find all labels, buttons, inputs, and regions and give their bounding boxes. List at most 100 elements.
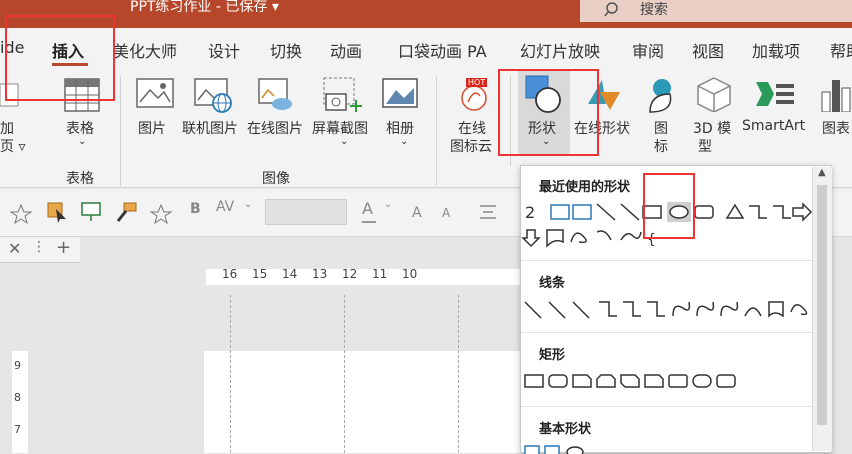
- presentation-icon[interactable]: [80, 201, 102, 223]
- rect-icon: [524, 374, 544, 388]
- line-shape-icon: [596, 203, 616, 221]
- double-arrow-icon: [572, 301, 590, 319]
- dropdown-scrollbar[interactable]: ▲: [812, 167, 832, 451]
- picture-icon[interactable]: [136, 78, 174, 112]
- ruler-label: 14: [282, 267, 298, 281]
- screenshot-chevron-down-icon[interactable]: ⌄: [340, 136, 348, 147]
- 3d-model-label-1[interactable]: 3D 模: [693, 118, 731, 138]
- font-color-bar: [362, 221, 376, 223]
- picture-label[interactable]: 图片: [138, 118, 166, 138]
- album-chevron-down-icon[interactable]: ⌄: [400, 136, 408, 147]
- lines-shapes-row[interactable]: [521, 298, 813, 322]
- more-options-icon[interactable]: ⋮: [32, 239, 46, 255]
- curved-double-arrow-icon: [720, 301, 739, 317]
- 3d-model-icon[interactable]: [696, 76, 732, 112]
- close-tab-icon[interactable]: ✕: [8, 239, 21, 258]
- tab-pocket-animation[interactable]: 口袋动画 PA: [398, 38, 487, 62]
- snip-same-side-rect-icon: [596, 374, 616, 388]
- decrease-font-icon[interactable]: A: [440, 201, 460, 221]
- horizontal-ruler: 16 15 14 13 12 11 10: [206, 267, 522, 285]
- font-color-chevron-down-icon[interactable]: ⌄: [384, 199, 392, 210]
- search-label: 搜索: [640, 2, 668, 18]
- tab-slideshow[interactable]: 幻灯片放映: [520, 38, 600, 62]
- tab-animations[interactable]: 动画: [330, 38, 362, 62]
- lines-title: 线条: [539, 276, 566, 291]
- elbow-icon: [599, 301, 617, 317]
- bold-button[interactable]: B: [190, 201, 201, 217]
- select-shape-icon[interactable]: [46, 201, 68, 223]
- tab-transitions[interactable]: 切换: [270, 38, 302, 62]
- screenshot-icon[interactable]: [322, 76, 362, 114]
- curved-arrow-icon: [696, 301, 715, 317]
- chart-icon[interactable]: [820, 78, 852, 112]
- rectangles-shapes-row[interactable]: [521, 372, 813, 392]
- freeform-icon: [768, 301, 784, 318]
- round-single-corner-rect-icon: [668, 374, 688, 388]
- ruler-label: 11: [372, 267, 388, 281]
- tab-help[interactable]: 帮助: [830, 38, 852, 62]
- recent-shapes-title: 最近使用的形状: [539, 180, 631, 195]
- star-effect-icon[interactable]: [150, 203, 172, 225]
- tab-design[interactable]: 设计: [208, 38, 240, 62]
- tab-review[interactable]: 审阅: [632, 38, 664, 62]
- guide-line: [230, 295, 231, 453]
- line-icon: [524, 301, 542, 319]
- group-separator: [436, 76, 437, 186]
- star-icon[interactable]: [10, 203, 32, 225]
- new-slide-label[interactable]: 加: [0, 118, 14, 138]
- rounded-rect-icon: [548, 374, 568, 388]
- photo-album-label[interactable]: 相册: [386, 118, 414, 138]
- add-tab-icon[interactable]: +: [56, 237, 71, 258]
- right-arrow-shape-icon: [792, 202, 813, 222]
- scroll-up-icon[interactable]: ▲: [818, 167, 826, 178]
- ruler-label: 15: [252, 267, 268, 281]
- rounded-rect-shape-icon: [694, 205, 714, 219]
- online-icon-cloud-label-2[interactable]: 图标云: [450, 136, 492, 156]
- online-picture-label[interactable]: 在线图片: [247, 118, 303, 138]
- smartart-label[interactable]: SmartArt: [742, 118, 805, 134]
- table-chevron-down-icon[interactable]: ⌄: [78, 136, 86, 147]
- elbow-arrow-line-icon: [623, 301, 641, 317]
- icons-label-2[interactable]: 标: [654, 136, 668, 156]
- highlight-oval-shape: [643, 173, 695, 239]
- spacing-chevron-down-icon[interactable]: ⌄: [244, 199, 252, 210]
- character-spacing-button[interactable]: AV: [216, 199, 234, 215]
- font-size-select[interactable]: [265, 199, 347, 225]
- screenshot-label[interactable]: 屏幕截图: [312, 118, 368, 138]
- chart-label[interactable]: 图表: [822, 118, 850, 138]
- scrollbar-thumb[interactable]: [817, 185, 827, 425]
- curved-connector-icon: [672, 301, 691, 317]
- online-icon-cloud-label-1[interactable]: 在线: [458, 118, 486, 138]
- down-arrow-shape-icon: [521, 229, 541, 248]
- section-divider: [521, 332, 813, 333]
- online-picture-cloud-icon[interactable]: [258, 78, 294, 112]
- triangle-shape-icon: [725, 203, 745, 219]
- search-box[interactable]: [580, 0, 852, 22]
- photo-album-icon[interactable]: [382, 78, 420, 112]
- slide-canvas[interactable]: [204, 351, 534, 453]
- font-color-button[interactable]: A: [362, 199, 373, 218]
- increase-font-icon[interactable]: A: [410, 201, 430, 221]
- smartart-icon[interactable]: [756, 80, 796, 110]
- new-slide-dropdown[interactable]: 页 ▿: [0, 136, 25, 156]
- tab-beautify-master[interactable]: 美化大师: [113, 38, 177, 62]
- table-group-label: 表格: [66, 171, 94, 187]
- elbow-connector-icon: [749, 205, 767, 219]
- curve-icon: [744, 307, 762, 317]
- table-button-label[interactable]: 表格: [66, 118, 94, 138]
- search-icon: [604, 2, 618, 17]
- online-picture-joint-label[interactable]: 联机图片: [182, 118, 238, 138]
- elbow-double-arrow-icon: [647, 301, 665, 317]
- icons-label-1[interactable]: 图: [654, 118, 668, 138]
- format-painter-icon[interactable]: [114, 201, 138, 223]
- svg-text:A: A: [442, 206, 451, 220]
- online-picture-icon[interactable]: [194, 78, 234, 114]
- tab-view[interactable]: 视图: [692, 38, 724, 62]
- title-bar: PPT练习作业 - 已保存 ▾ 搜索: [0, 0, 852, 28]
- snip-corner-rect-icon: [572, 374, 592, 388]
- align-center-icon[interactable]: [478, 203, 498, 221]
- tab-addins[interactable]: 加载项: [752, 38, 800, 62]
- 3d-model-label-2[interactable]: 型: [698, 136, 712, 156]
- icons-icon[interactable]: [644, 76, 680, 114]
- ruler-label: 12: [342, 267, 358, 281]
